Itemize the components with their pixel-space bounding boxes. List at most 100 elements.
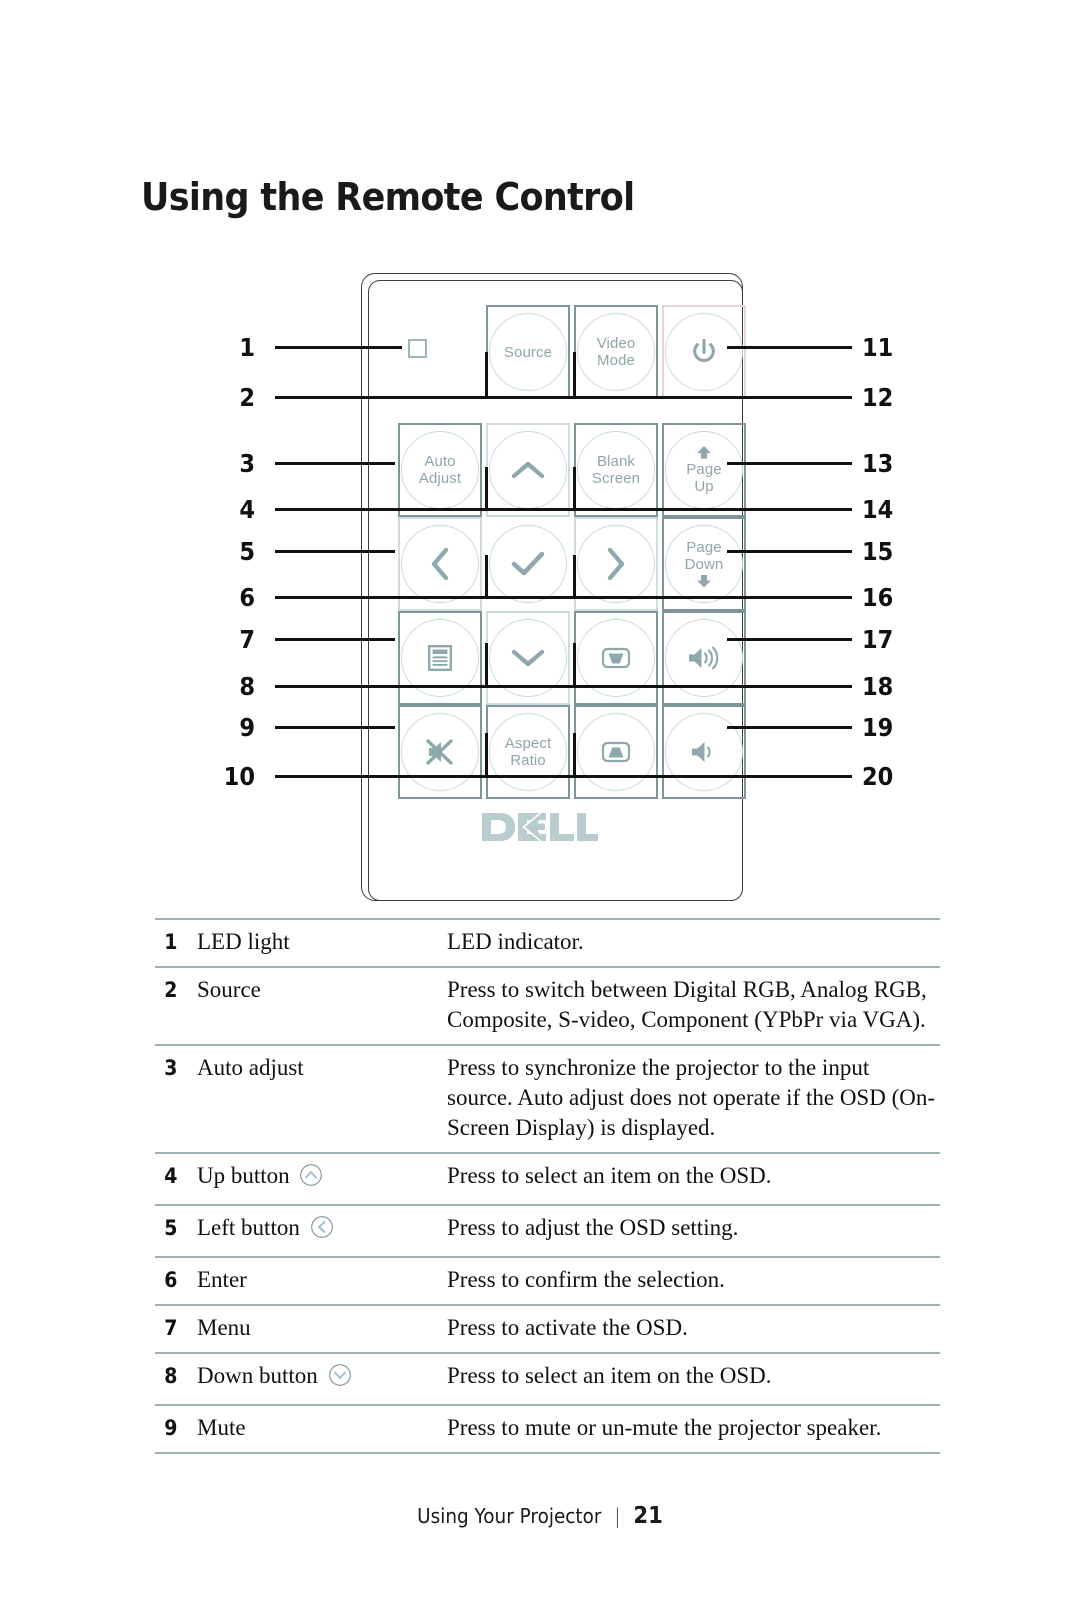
callout-line-4: [275, 508, 852, 511]
row-name-cell: Down button: [197, 1352, 447, 1405]
mute-icon: [424, 737, 456, 767]
row-description: LED indicator.: [447, 918, 940, 967]
row-description: Press to confirm the selection.: [447, 1256, 940, 1305]
circled-chevron-up-icon: [299, 1163, 323, 1195]
callout-line-7: [275, 638, 395, 641]
button-volume-down[interactable]: [662, 705, 746, 799]
callout-number-13: 13: [862, 449, 894, 478]
row-name-cell: Mute: [197, 1404, 447, 1454]
page-title: Using the Remote Control: [141, 175, 635, 219]
table-row: 7 Menu Press to activate the OSD.: [155, 1304, 940, 1353]
callout-stub-10b: [573, 733, 576, 777]
callout-line-8: [275, 685, 852, 688]
callout-number-8: 8: [239, 672, 255, 701]
callout-number-14: 14: [862, 495, 894, 524]
button-aspect-ratio[interactable]: Aspect Ratio: [486, 705, 570, 799]
callout-number-19: 19: [862, 713, 894, 742]
button-keystone-up[interactable]: [574, 705, 658, 799]
row-name: Left button: [197, 1215, 300, 1240]
callout-number-4: 4: [239, 495, 255, 524]
row-number: 3: [157, 1044, 195, 1153]
button-source[interactable]: Source: [486, 305, 570, 399]
row-name-cell: Source: [197, 966, 447, 1045]
button-circle: Aspect Ratio: [489, 713, 567, 791]
table-row: 8 Down button Press to select an item on…: [155, 1352, 940, 1405]
callout-number-1: 1: [239, 333, 255, 362]
button-label: Source: [503, 343, 553, 361]
keystone-down-icon: [601, 645, 631, 671]
callout-line-6: [275, 596, 852, 599]
button-auto-adjust[interactable]: Auto Adjust: [398, 423, 482, 517]
callout-number-11: 11: [862, 333, 894, 362]
button-keystone-down[interactable]: [574, 611, 658, 705]
keystone-up-icon: [601, 739, 631, 765]
table-row: 5 Left button Press to adjust the OSD se…: [155, 1204, 940, 1257]
button-circle: [489, 431, 567, 509]
button-video-mode[interactable]: Video Mode: [574, 305, 658, 399]
callout-line-15: [727, 550, 852, 553]
remote-button-grid: Source Video Mode Auto Adjust Blank Scre…: [382, 305, 746, 799]
callout-number-20: 20: [862, 762, 894, 791]
button-page-up[interactable]: Page Up: [662, 423, 746, 517]
button-up[interactable]: [486, 423, 570, 517]
row-name-cell: Enter: [197, 1256, 447, 1305]
button-circle: Auto Adjust: [401, 431, 479, 509]
button-circle: Page Up: [665, 431, 743, 509]
button-menu[interactable]: [398, 611, 482, 705]
dell-logo: [0, 811, 1080, 848]
row-name: Menu: [197, 1315, 251, 1340]
button-circle: [401, 525, 479, 603]
button-down[interactable]: [486, 611, 570, 705]
callout-number-16: 16: [862, 583, 894, 612]
table-row: 9 Mute Press to mute or un-mute the proj…: [155, 1404, 940, 1454]
button-label-line1: Video: [596, 335, 636, 352]
callout-line-5: [275, 550, 395, 553]
row-number: 7: [157, 1304, 195, 1353]
row-description: Press to synchronize the projector to th…: [447, 1044, 940, 1153]
arrow-up-solid-icon: [695, 445, 713, 460]
button-label-line1: Auto: [424, 453, 456, 470]
volume-down-icon: [689, 738, 719, 766]
button-power[interactable]: [662, 305, 746, 399]
table-row: 4 Up button Press to select an item on t…: [155, 1152, 940, 1205]
volume-up-icon: [686, 644, 722, 672]
button-mute[interactable]: [398, 705, 482, 799]
button-volume-up[interactable]: [662, 611, 746, 705]
callout-line-10: [275, 775, 852, 778]
row-description: Press to select an item on the OSD.: [447, 1152, 940, 1205]
chevron-left-icon: [429, 547, 451, 581]
row-number: 8: [157, 1352, 195, 1405]
callout-line-19: [727, 726, 852, 729]
callout-stub-6: [485, 555, 488, 598]
button-label-line2: Screen: [591, 470, 641, 487]
remote-button-reference-table: 1 LED light LED indicator. 2 Source Pres…: [155, 918, 940, 1454]
button-circle: Blank Screen: [577, 431, 655, 509]
callout-line-13: [727, 462, 852, 465]
callout-number-5: 5: [239, 537, 255, 566]
button-label-line2: Ratio: [510, 752, 546, 769]
chevron-up-icon: [511, 459, 545, 481]
callout-stub-8: [485, 643, 488, 687]
callout-line-2: [275, 396, 852, 399]
button-label-line2: Down: [684, 556, 724, 573]
button-circle: [665, 313, 743, 391]
button-blank-screen[interactable]: Blank Screen: [574, 423, 658, 517]
callout-number-12: 12: [862, 383, 894, 412]
button-label-line2: Up: [694, 478, 714, 495]
callout-line-17: [727, 638, 852, 641]
callout-number-10: 10: [223, 762, 255, 791]
circled-chevron-left-icon: [310, 1215, 334, 1247]
button-circle: [489, 525, 567, 603]
callout-line-3: [275, 462, 395, 465]
row-name: Auto adjust: [197, 1055, 304, 1080]
table-row: 6 Enter Press to confirm the selection.: [155, 1256, 940, 1305]
callout-number-6: 6: [239, 583, 255, 612]
check-icon: [511, 551, 545, 577]
callout-stub-4b: [573, 467, 576, 510]
menu-list-icon: [427, 644, 453, 672]
chevron-down-icon: [511, 647, 545, 669]
button-label-line2: Mode: [597, 352, 635, 369]
page-footer: Using Your Projector | 21: [43, 1503, 1037, 1529]
callout-line-9: [275, 726, 395, 729]
row-number: 1: [157, 918, 195, 967]
